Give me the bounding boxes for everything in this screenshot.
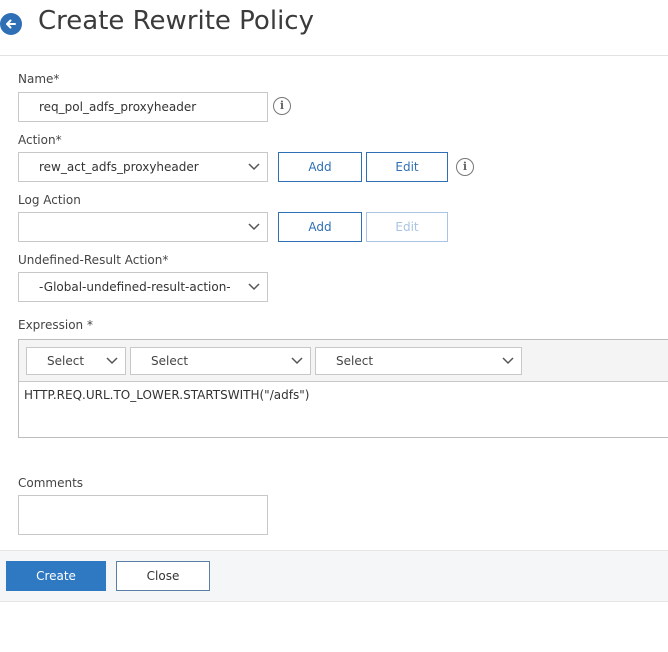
page-header: Create Rewrite Policy bbox=[0, 0, 668, 56]
chevron-down-icon bbox=[248, 283, 260, 291]
action-select-value: rew_act_adfs_proxyheader bbox=[39, 160, 199, 174]
action-edit-button[interactable]: Edit bbox=[366, 152, 448, 182]
log-action-edit-button: Edit bbox=[366, 212, 448, 242]
expression-select-1-value: Select bbox=[47, 354, 85, 368]
action-label: Action* bbox=[18, 133, 62, 147]
log-action-add-button[interactable]: Add bbox=[278, 212, 362, 242]
log-action-select[interactable] bbox=[18, 212, 268, 242]
page-title: Create Rewrite Policy bbox=[38, 6, 314, 36]
name-info-icon[interactable]: i bbox=[273, 97, 291, 115]
expression-select-1[interactable]: Select bbox=[26, 347, 126, 375]
expression-select-3-value: Select bbox=[336, 354, 374, 368]
back-arrow-icon[interactable] bbox=[0, 13, 22, 35]
comments-label: Comments bbox=[18, 476, 84, 490]
expression-label: Expression * bbox=[18, 318, 93, 332]
action-info-icon[interactable]: i bbox=[456, 158, 474, 176]
action-select[interactable]: rew_act_adfs_proxyheader bbox=[18, 152, 268, 182]
name-input[interactable]: req_pol_adfs_proxyheader bbox=[18, 92, 268, 122]
name-label: Name* bbox=[18, 72, 60, 86]
log-action-label: Log Action bbox=[18, 193, 81, 207]
create-button[interactable]: Create bbox=[6, 561, 106, 591]
expression-required-mark: * bbox=[86, 318, 93, 332]
chevron-down-icon bbox=[248, 223, 260, 231]
close-button[interactable]: Close bbox=[116, 561, 210, 591]
expression-textarea[interactable]: HTTP.REQ.URL.TO_LOWER.STARTSWITH("/adfs"… bbox=[24, 388, 309, 402]
chevron-down-icon bbox=[291, 357, 303, 365]
undefined-result-action-select[interactable]: -Global-undefined-result-action- bbox=[18, 272, 268, 302]
chevron-down-icon bbox=[502, 357, 514, 365]
comments-input[interactable] bbox=[18, 495, 268, 535]
expression-select-2-value: Select bbox=[151, 354, 189, 368]
chevron-down-icon bbox=[106, 357, 118, 365]
undefined-result-action-value: -Global-undefined-result-action- bbox=[39, 280, 231, 294]
expression-label-text: Expression bbox=[18, 318, 84, 332]
undefined-result-action-label: Undefined-Result Action* bbox=[18, 253, 169, 267]
expression-select-3[interactable]: Select bbox=[315, 347, 522, 375]
expression-toolbar: Select Select Select bbox=[19, 340, 668, 382]
chevron-down-icon bbox=[248, 163, 260, 171]
expression-select-2[interactable]: Select bbox=[130, 347, 311, 375]
action-add-button[interactable]: Add bbox=[278, 152, 362, 182]
form-footer: Create Close bbox=[0, 550, 668, 602]
expression-editor: Select Select Select HTTP.REQ.URL.TO_LOW… bbox=[18, 339, 668, 438]
